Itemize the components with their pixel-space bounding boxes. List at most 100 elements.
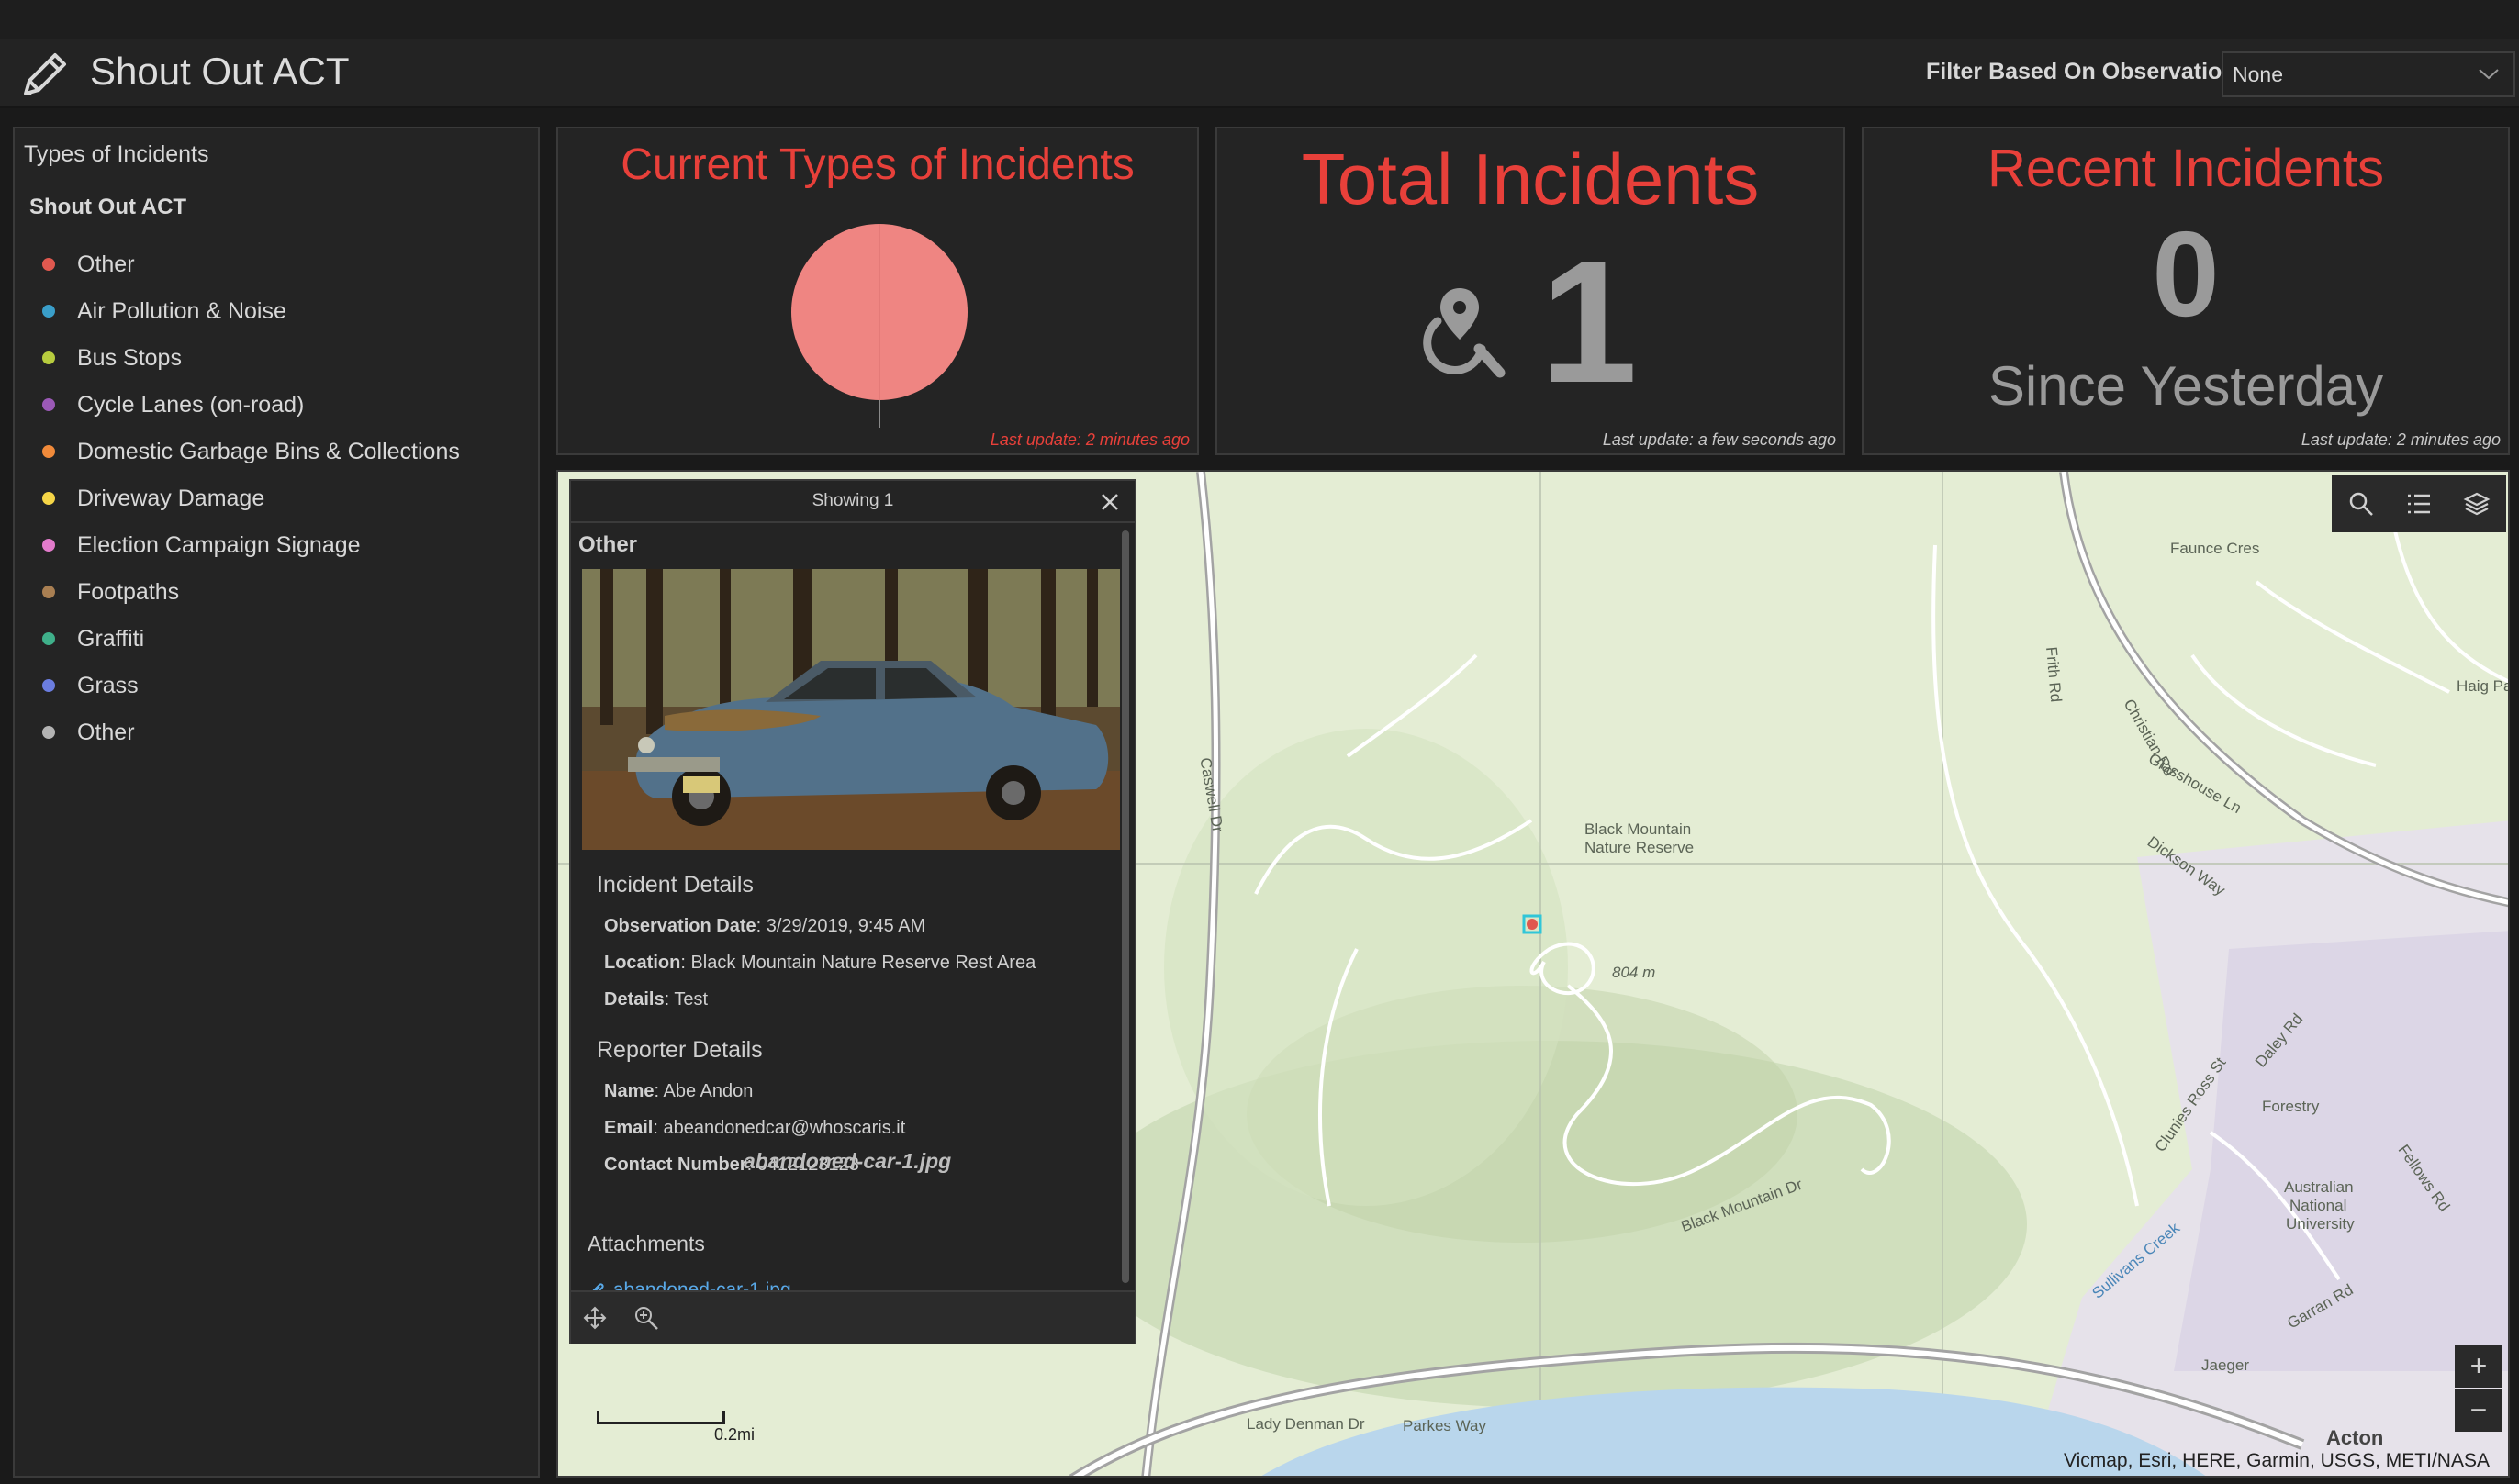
app-header: Shout Out ACT Filter Based On Observatio… xyxy=(0,39,2519,108)
legend-swatch xyxy=(42,445,55,458)
search-icon[interactable] xyxy=(2347,490,2375,518)
map-label-reserve-2: Nature Reserve xyxy=(1584,839,1695,856)
recent-card: Recent Incidents 0 Since Yesterday Last … xyxy=(1862,127,2510,455)
observation-date-row: Observation Date: 3/29/2019, 9:45 AM xyxy=(604,916,925,937)
map-pin-search-icon xyxy=(1423,288,1506,378)
types-card: Current Types of Incidents Last update: … xyxy=(556,127,1199,455)
legend-list-icon[interactable] xyxy=(2405,490,2433,518)
legend-item-label: Grass xyxy=(77,672,139,698)
map-attribution: Vicmap, Esri, HERE, Garmin, USGS, METI/N… xyxy=(2063,1450,2490,1471)
map-label-reserve: Black Mountain xyxy=(1584,820,1692,838)
top-strip xyxy=(0,0,2519,39)
filter-value: None xyxy=(2233,62,2283,86)
popup-header: Showing 1 xyxy=(571,481,1135,523)
types-last-update: Last update: 2 minutes ago xyxy=(990,430,1190,449)
map-label-acton: Acton xyxy=(2326,1426,2384,1449)
legend-item: Election Campaign Signage xyxy=(42,527,361,563)
map-label-lady-denman: Lady Denman Dr xyxy=(1247,1415,1365,1433)
legend-item: Other xyxy=(42,246,135,283)
legend-item-label: Air Pollution & Noise xyxy=(77,297,286,324)
scale-label: 0.2mi xyxy=(714,1425,756,1444)
abandoned-car-photo[interactable] xyxy=(582,569,1120,850)
name-value: : Abe Andon xyxy=(654,1081,754,1101)
map-label-anu-2: National xyxy=(2289,1197,2347,1214)
layers-icon[interactable] xyxy=(2463,490,2491,518)
map-label-forestry: Forestry xyxy=(2262,1098,2320,1115)
zoom-to-icon[interactable] xyxy=(633,1305,659,1331)
legend-item-label: Other xyxy=(77,251,135,277)
recent-card-title: Recent Incidents xyxy=(1987,139,2385,198)
recent-incidents-value: 0 xyxy=(2152,206,2220,341)
observation-date-label: Observation Date xyxy=(604,916,756,936)
legend-item-label: Graffiti xyxy=(77,625,145,652)
legend-swatch xyxy=(42,258,55,271)
legend-item: Bus Stops xyxy=(42,340,182,376)
location-value: : Black Mountain Nature Reserve Rest Are… xyxy=(680,953,1036,973)
total-card-title: Total Incidents xyxy=(1301,139,1760,219)
total-card: Total Incidents 1 Last update: a few sec… xyxy=(1215,127,1845,455)
legend-swatch xyxy=(42,679,55,692)
location-row: Location: Black Mountain Nature Reserve … xyxy=(604,953,1036,974)
legend-swatch xyxy=(42,305,55,318)
details-label: Details xyxy=(604,989,665,1010)
legend-item: Grass xyxy=(42,667,139,704)
incident-type-pie-chart xyxy=(791,224,968,428)
legend-swatch xyxy=(42,539,55,552)
legend-item: Driveway Damage xyxy=(42,480,264,517)
map-label-jaeger: Jaeger xyxy=(2201,1356,2249,1374)
email-label: Email xyxy=(604,1118,654,1138)
legend-item: Other xyxy=(42,714,135,751)
filter-label: Filter Based On Observation xyxy=(1926,59,2236,84)
filter-select[interactable]: None xyxy=(2222,51,2515,97)
recent-last-update: Last update: 2 minutes ago xyxy=(2301,430,2501,449)
map-label-faunce: Faunce Cres xyxy=(2170,540,2260,557)
image-filename-tooltip: abandoned-car-1.jpg xyxy=(744,1149,952,1173)
attachments-heading: Attachments xyxy=(588,1232,705,1255)
legend-item-label: Driveway Damage xyxy=(77,485,265,511)
popup-title: Other xyxy=(578,532,638,557)
map-label-anu-3: University xyxy=(2286,1215,2355,1233)
map-toolbar xyxy=(2332,475,2506,532)
legend-item-label: Footpaths xyxy=(77,578,180,605)
app-title: Shout Out ACT xyxy=(90,50,350,93)
popup-footer xyxy=(571,1290,1135,1344)
details-row: Details: Test xyxy=(604,989,708,1010)
name-label: Name xyxy=(604,1081,655,1101)
legend-swatch xyxy=(42,398,55,411)
total-incidents-value: 1 xyxy=(1540,225,1638,419)
popup-scrollbar[interactable] xyxy=(1122,530,1129,1283)
dock-move-icon[interactable] xyxy=(582,1305,608,1331)
types-card-title: Current Types of Incidents xyxy=(621,140,1135,189)
legend-item: Graffiti xyxy=(42,620,144,657)
map-view[interactable]: Black Mountain Nature Reserve 804 m Casw… xyxy=(556,470,2510,1478)
scale-bar xyxy=(597,1411,725,1424)
incident-details-heading: Incident Details xyxy=(597,872,754,898)
total-last-update: Last update: a few seconds ago xyxy=(1602,430,1836,449)
legend-item: Footpaths xyxy=(42,574,179,610)
legend-item-label: Cycle Lanes (on-road) xyxy=(77,391,305,418)
map-label-elevation: 804 m xyxy=(1612,964,1656,981)
legend-item-label: Domestic Garbage Bins & Collections xyxy=(77,438,460,464)
legend-swatch xyxy=(42,726,55,739)
legend-item: Cycle Lanes (on-road) xyxy=(42,386,304,423)
email-value: : abeandonedcar@whoscaris.it xyxy=(653,1118,906,1138)
zoom-in-button[interactable]: + xyxy=(2455,1345,2502,1388)
map-label-anu: Australian xyxy=(2284,1178,2354,1196)
legend-item: Domestic Garbage Bins & Collections xyxy=(42,433,460,470)
incident-marker[interactable] xyxy=(1527,919,1538,930)
legend-swatch xyxy=(42,586,55,598)
zoom-out-button[interactable]: − xyxy=(2455,1389,2502,1432)
chevron-down-icon xyxy=(2479,69,2499,80)
legend-item-label: Other xyxy=(77,719,135,745)
legend-panel: Types of Incidents Shout Out ACT Other Ai… xyxy=(13,127,540,1478)
legend-title: Types of Incidents xyxy=(24,141,209,167)
map-label-haig: Haig Pa xyxy=(2457,677,2510,695)
details-value: : Test xyxy=(664,989,709,1010)
email-row: Email: abeandonedcar@whoscaris.it xyxy=(604,1118,905,1139)
close-icon[interactable] xyxy=(1100,492,1120,512)
pencil-logo-icon xyxy=(24,53,66,95)
map-label-parkes-way: Parkes Way xyxy=(1403,1417,1487,1434)
legend-group-title: Shout Out ACT xyxy=(29,195,187,219)
name-row: Name: Abe Andon xyxy=(604,1081,753,1102)
legend-item-label: Election Campaign Signage xyxy=(77,531,361,558)
